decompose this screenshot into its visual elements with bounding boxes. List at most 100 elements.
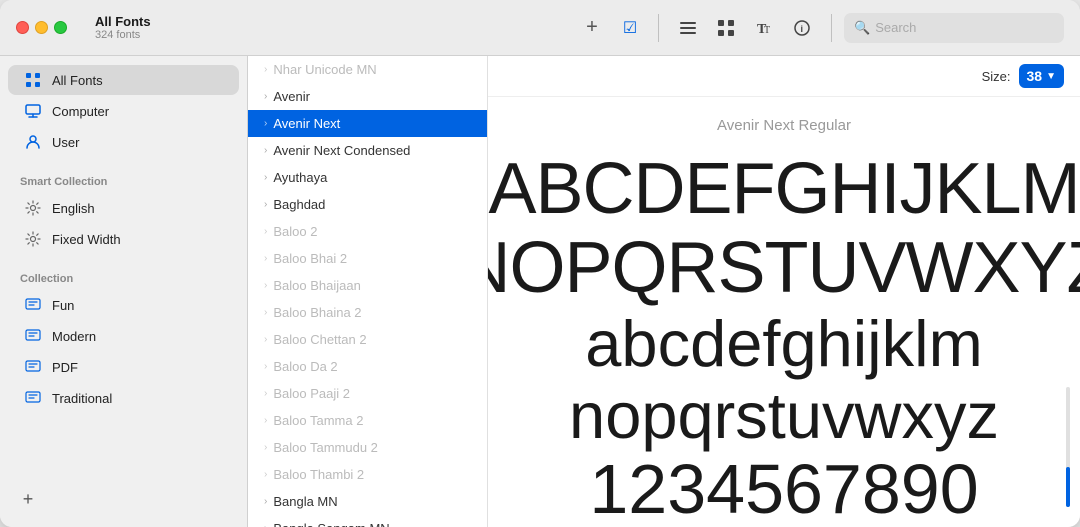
font-list-item[interactable]: › Baloo Bhaina 2 [248,299,487,326]
font-list-item[interactable]: › Bangla MN [248,488,487,515]
smart-collection-section: Smart Collection English [0,162,247,259]
sidebar-item-english[interactable]: English [8,193,239,223]
info-icon: i [794,20,810,36]
toolbar: All Fonts 324 fonts + ☑ [0,0,1080,56]
sidebar-item-fixed-width[interactable]: Fixed Width [8,224,239,254]
computer-icon [24,102,42,120]
search-icon: 🔍 [854,20,870,36]
font-list-item[interactable]: ›Baloo Tamma 2 [248,407,487,434]
font-list-item[interactable]: › Baloo Chettan 2 [248,326,487,353]
add-collection-button[interactable]: + [16,487,40,511]
check-button[interactable]: ☑ [614,12,646,44]
preview-scrollbar[interactable] [1064,56,1072,527]
chevron-right-icon: › [264,442,267,453]
preview-area: Size: 38 ▼ Avenir Next Regular ABCDEFGHI… [488,56,1080,527]
chevron-right-icon: › [264,145,267,156]
close-button[interactable] [16,21,29,34]
font-item-name: Avenir [273,89,475,104]
minimize-button[interactable] [35,21,48,34]
font-list-item[interactable]: › Baloo Bhai 2 [248,245,487,272]
toolbar-divider [658,14,659,42]
all-fonts-icon [24,71,42,89]
size-label: Size: [982,69,1011,84]
preview-lowercase: abcdefghijklm [585,308,982,380]
preview-nopq: NOPQRSTUVWXYZ [488,229,1080,308]
collection-label: Collection [0,267,247,289]
font-list-item[interactable]: › Avenir Next Condensed [248,137,487,164]
grid-icon [718,20,734,36]
user-icon [24,133,42,151]
font-item-name: Baloo 2 [273,224,475,239]
chevron-right-icon: › [264,307,267,318]
sidebar-item-pdf[interactable]: PDF [8,352,239,382]
traffic-lights [16,21,67,34]
size-dropdown[interactable]: 38 ▼ [1019,64,1064,88]
chevron-right-icon: › [264,415,267,426]
scrollbar-thumb [1066,467,1070,507]
font-list-item[interactable]: › Bangla Sangam MN [248,515,487,527]
font-item-name: Bangla MN [273,494,475,509]
collection-section: Collection Fun [0,259,247,418]
view-controls: T T i [671,13,819,43]
chevron-right-icon: › [264,523,267,527]
fun-label: Fun [52,298,74,313]
svg-text:T: T [764,25,770,36]
grid-view-button[interactable] [709,13,743,43]
modern-icon [24,327,42,345]
font-item-name: Baloo Chettan 2 [273,332,475,347]
sidebar-item-computer[interactable]: Computer [8,96,239,126]
maximize-button[interactable] [54,21,67,34]
font-list-item[interactable]: ›Baghdad [248,191,487,218]
add-font-button[interactable]: + [578,14,606,42]
info-button[interactable]: i [785,13,819,43]
english-label: English [52,201,95,216]
smart-collection-label: Smart Collection [0,170,247,192]
font-list-item[interactable]: ›Ayuthaya [248,164,487,191]
font-item-name: Baloo Tammudu 2 [273,440,475,455]
font-item-name: Baloo Bhaina 2 [273,305,475,320]
sidebar-item-traditional[interactable]: Traditional [8,383,239,413]
modern-label: Modern [52,329,96,344]
sidebar-item-all-fonts[interactable]: All Fonts [8,65,239,95]
text-icon: T T [756,20,772,36]
font-list-item[interactable]: ›Baloo Thambi 2 [248,461,487,488]
font-list-item[interactable]: ›Baloo Paaji 2 [248,380,487,407]
font-list: ›Nhar Unicode MN›Avenir›Avenir Next›Aven… [248,56,488,527]
chevron-right-icon: › [264,91,267,102]
user-label: User [52,135,79,150]
font-list-item[interactable]: › Baloo 2 [248,218,487,245]
list-view-button[interactable] [671,13,705,43]
sidebar-item-modern[interactable]: Modern [8,321,239,351]
chevron-right-icon: › [264,334,267,345]
font-list-item[interactable]: ›Avenir Next [248,110,487,137]
font-item-name: Baloo Da 2 [273,359,475,374]
add-collection-icon: + [23,489,34,510]
font-item-name: Avenir Next Condensed [273,143,475,158]
all-fonts-label: All Fonts [52,73,103,88]
list-icon [680,22,696,34]
sidebar-item-user[interactable]: User [8,127,239,157]
font-list-item[interactable]: › Avenir [248,83,487,110]
font-preview-button[interactable]: T T [747,13,781,43]
font-list-item[interactable]: › Baloo Tammudu 2 [248,434,487,461]
preview-uppercase: ABCDEFGHIJKLM [488,150,1079,229]
font-list-item[interactable]: ›Baloo Bhaijaan [248,272,487,299]
chevron-right-icon: › [264,253,267,264]
font-list-item[interactable]: ›Baloo Da 2 [248,353,487,380]
sidebar-item-fun[interactable]: Fun [8,290,239,320]
font-item-name: Bangla Sangam MN [273,521,475,527]
search-bar[interactable]: 🔍 [844,13,1064,43]
toolbar-divider-2 [831,14,832,42]
fixed-width-label: Fixed Width [52,232,121,247]
font-item-name: Baloo Bhai 2 [273,251,475,266]
font-item-name: Avenir Next [273,116,475,131]
chevron-right-icon: › [264,226,267,237]
chevron-right-icon: › [264,172,267,183]
chevron-right-icon: › [264,388,267,399]
font-list-item[interactable]: ›Nhar Unicode MN [248,56,487,83]
search-input[interactable] [875,20,1054,35]
chevron-right-icon: › [264,496,267,507]
font-preview-name: Avenir Next Regular [717,117,851,134]
fixed-width-gear-icon [24,230,42,248]
computer-label: Computer [52,104,109,119]
